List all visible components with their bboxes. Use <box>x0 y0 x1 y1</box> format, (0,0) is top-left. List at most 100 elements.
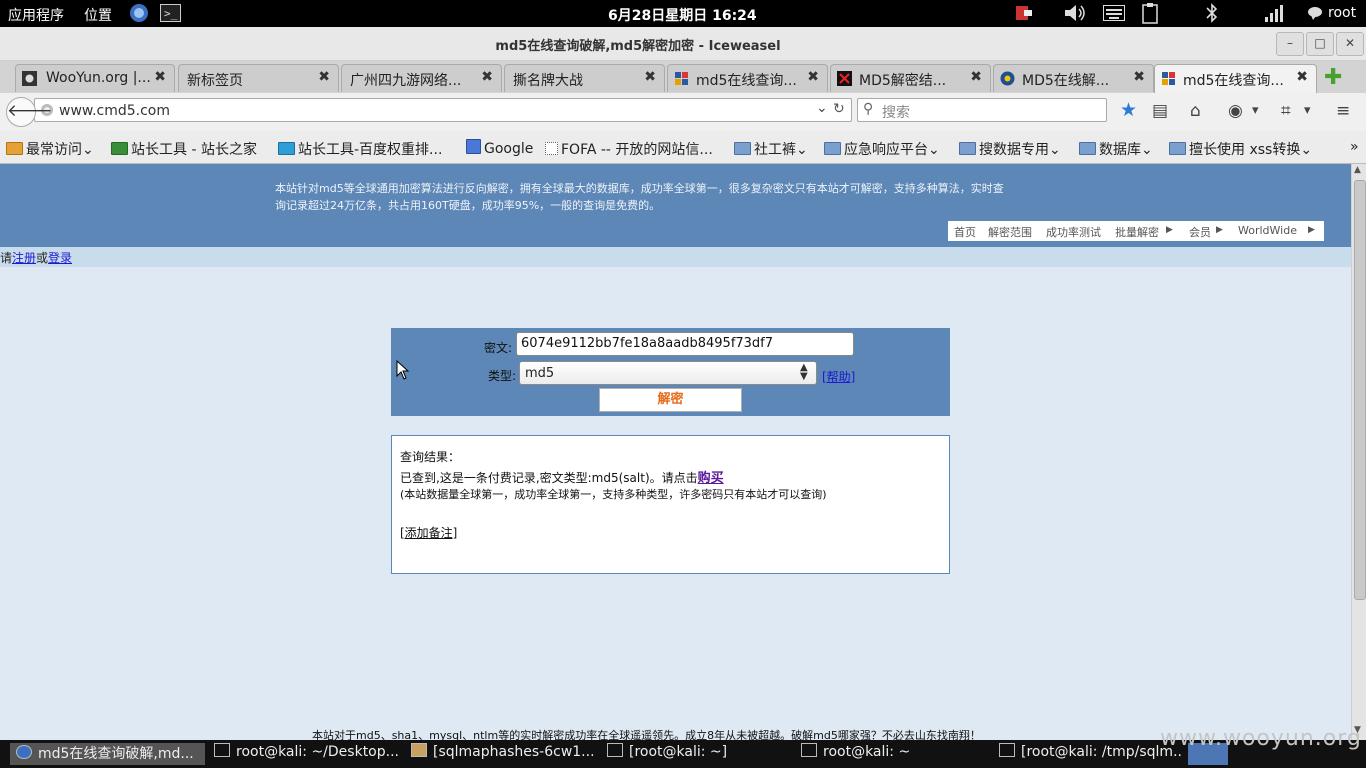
mouse-cursor-icon <box>396 360 410 380</box>
bookmark-baidu-rank[interactable]: 站长工具-百度权重排... <box>278 139 442 159</box>
nav-batch-decrypt[interactable]: 批量解密 <box>1115 224 1159 240</box>
decrypt-button[interactable]: 解密 <box>599 388 742 412</box>
bookmarks-toolbar: 最常访问⌄ 站长工具 - 站长之家 站长工具-百度权重排... Google F… <box>0 131 1366 164</box>
bluetooth-icon[interactable] <box>1204 2 1220 24</box>
reload-icon[interactable]: ↻ <box>833 101 845 117</box>
bookmark-folder-emergency[interactable]: 应急响应平台⌄ <box>824 139 940 159</box>
bookmark-folder-database[interactable]: 数据库⌄ <box>1079 139 1153 159</box>
close-tab-icon[interactable]: ✖ <box>807 69 819 85</box>
fofa-icon <box>545 142 558 155</box>
close-tab-icon[interactable]: ✖ <box>481 69 493 85</box>
home-icon[interactable]: ⌂ <box>1190 101 1201 121</box>
worldwide-arrow-icon: ▶ <box>1308 225 1315 235</box>
login-link[interactable]: 登录 <box>48 249 72 266</box>
chat-status-icon[interactable] <box>1307 6 1323 22</box>
site-navigation: 首页 解密范围 成功率测试 批量解密 ▶ 会员 ▶ WorldWide ▶ <box>948 221 1324 241</box>
tab-md5-query-active[interactable]: md5在线查询... ✖ <box>1154 64 1317 94</box>
cipher-value: 6074e9112bb7fe18a8aadb8495f73df7 <box>521 336 774 351</box>
member-arrow-icon: ▶ <box>1216 225 1223 235</box>
bookmark-star-icon[interactable]: ★ <box>1120 99 1137 121</box>
query-form: 密文: 6074e9112bb7fe18a8aadb8495f73df7 类型:… <box>391 328 950 416</box>
bookmark-folder-xss[interactable]: 擅长使用 xss转换⌄ <box>1169 139 1312 159</box>
nav-worldwide[interactable]: WorldWide <box>1238 224 1297 237</box>
bookmark-folder-data-search[interactable]: 搜数据专用⌄ <box>959 139 1061 159</box>
nav-decrypt-range[interactable]: 解密范围 <box>988 224 1032 240</box>
result-note: (本站数据量全球第一，成功率全球第一，支持多种类型，许多密码只有本站才可以查询) <box>400 488 827 501</box>
folder-icon <box>1169 142 1186 155</box>
screen-recorder-icon[interactable] <box>1014 4 1034 22</box>
task-terminal-desktop[interactable]: root@kali: ~/Desktop... <box>208 743 398 765</box>
search-placeholder: 搜索 <box>882 105 910 121</box>
task-terminal-tmp[interactable]: [root@kali: /tmp/sqlm... <box>993 743 1183 765</box>
nav-success-test[interactable]: 成功率测试 <box>1046 224 1101 240</box>
scrollbar-thumb[interactable] <box>1354 180 1366 600</box>
places-menu[interactable]: 位置 <box>84 5 112 25</box>
user-menu[interactable]: root <box>1328 5 1356 21</box>
clipboard-icon[interactable] <box>1141 2 1161 24</box>
scroll-up-icon[interactable]: ▲ <box>1354 165 1361 175</box>
add-note-link[interactable]: [添加备注] <box>400 524 457 541</box>
close-tab-icon[interactable]: ✖ <box>1296 69 1308 85</box>
url-bar[interactable]: www.cmd5.com ⌄ ↻ <box>34 98 852 122</box>
volume-icon[interactable] <box>1063 3 1087 23</box>
register-link[interactable]: 注册 <box>12 249 36 266</box>
maximize-button[interactable]: □ <box>1306 32 1334 56</box>
task-terminal-root[interactable]: [root@kali: ~] <box>601 743 791 765</box>
bookmark-fofa[interactable]: FOFA -- 开放的网站信... <box>545 139 713 159</box>
url-history-dropdown-icon[interactable]: ⌄ <box>816 100 828 116</box>
back-button[interactable]: 🡐 <box>6 97 53 127</box>
crop-tool-icon[interactable]: ⌗ <box>1281 101 1291 121</box>
minimize-button[interactable]: – <box>1276 32 1304 56</box>
close-tab-icon[interactable]: ✖ <box>1133 69 1145 85</box>
applications-menu[interactable]: 应用程序 <box>8 5 64 25</box>
tab-running-man[interactable]: 撕名牌大战 ✖ <box>504 64 665 92</box>
tab-guangzhou[interactable]: 广州四九游网络... ✖ <box>341 64 502 92</box>
nav-home[interactable]: 首页 <box>954 224 976 240</box>
keyboard-icon[interactable] <box>1103 5 1125 21</box>
tab-new-tab[interactable]: 新标签页 ✖ <box>178 64 339 92</box>
tab-md5-online[interactable]: MD5在线解... ✖ <box>993 64 1154 92</box>
url-text: www.cmd5.com <box>59 103 170 119</box>
bookmarks-overflow-chevron-icon[interactable]: » <box>1350 139 1359 155</box>
terminal-launcher-icon[interactable]: >_ <box>160 4 181 22</box>
addon-eye-icon[interactable]: ◉ <box>1228 101 1243 121</box>
task-iceweasel[interactable]: md5在线查询破解,md... <box>10 743 205 765</box>
new-tab-plus-icon[interactable]: ✚ <box>1324 65 1342 90</box>
window-titlebar[interactable]: md5在线查询破解,md5解密加密 - Iceweasel – □ ✕ <box>0 27 1366 61</box>
bookmark-google[interactable]: Google <box>466 139 533 157</box>
task-terminal-root-2[interactable]: root@kali: ~ <box>795 743 985 765</box>
terminal-icon <box>214 743 230 757</box>
watermark-text: www.wooyun.org <box>1160 726 1362 751</box>
site-intro: 本站针对md5等全球通用加密算法进行反向解密，拥有全球最大的数据库，成功率全球第… <box>275 182 1004 212</box>
buy-link[interactable]: 购买 <box>698 471 724 486</box>
bookmark-folder-social[interactable]: 社工裤⌄ <box>734 139 808 159</box>
clock[interactable]: 6月28日星期日 16:24 <box>608 5 757 25</box>
search-box[interactable]: ⚲ 搜索 <box>857 98 1107 122</box>
addon-dropdown-icon[interactable]: ▾ <box>1252 103 1259 118</box>
help-link[interactable]: [帮助] <box>822 368 855 385</box>
close-tab-icon[interactable]: ✖ <box>154 69 166 85</box>
tab-wooyun[interactable]: WooYun.org |... ✖ <box>15 64 175 92</box>
network-signal-icon[interactable] <box>1263 3 1285 23</box>
task-sqlmaphashes[interactable]: [sqlmaphashes-6cw1... <box>405 743 595 765</box>
close-tab-icon[interactable]: ✖ <box>970 69 982 85</box>
tab-md5-query-1[interactable]: md5在线查询... ✖ <box>667 64 828 92</box>
navigation-bar: www.cmd5.com ⌄ ↻ 🡐 ⚲ 搜索 ★ ▤ ⌂ ◉ ▾ ⌗ ▾ ≡ <box>0 93 1366 131</box>
tab-md5-result[interactable]: MD5解密结... ✖ <box>830 64 991 92</box>
nav-member[interactable]: 会员 <box>1189 224 1211 240</box>
cipher-input[interactable]: 6074e9112bb7fe18a8aadb8495f73df7 <box>516 332 854 356</box>
hash-type-value: md5 <box>525 366 555 381</box>
iceweasel-launcher-icon[interactable] <box>129 3 149 23</box>
bookmark-chinaz[interactable]: 站长工具 - 站长之家 <box>111 139 257 159</box>
bookmarks-library-icon[interactable]: ▤ <box>1152 101 1168 121</box>
menu-hamburger-icon[interactable]: ≡ <box>1336 101 1350 121</box>
close-window-button[interactable]: ✕ <box>1336 32 1364 56</box>
hash-type-select[interactable]: md5 ▲ ▼ <box>519 361 817 385</box>
terminal-icon <box>607 743 623 757</box>
crop-dropdown-icon[interactable]: ▾ <box>1304 103 1311 118</box>
bookmark-most-visited[interactable]: 最常访问⌄ <box>6 139 94 159</box>
close-tab-icon[interactable]: ✖ <box>644 69 656 85</box>
page-scrollbar[interactable]: ▲ ▼ <box>1351 164 1366 740</box>
close-tab-icon[interactable]: ✖ <box>318 69 330 85</box>
wooyun-icon <box>22 71 37 86</box>
